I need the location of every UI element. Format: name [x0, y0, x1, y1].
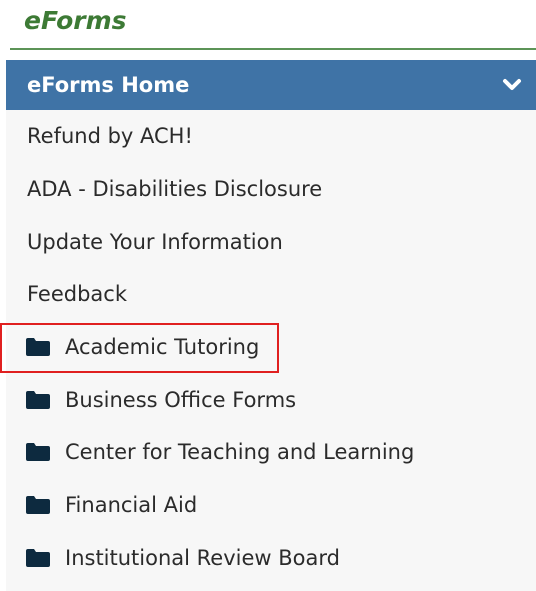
- link-label: Update Your Information: [27, 229, 283, 254]
- folder-label: Financial Aid: [65, 493, 198, 518]
- folder-center-for-teaching-and-learning[interactable]: Center for Teaching and Learning: [6, 426, 536, 479]
- folder-icon: [26, 390, 50, 409]
- link-refund-by-ach[interactable]: Refund by ACH!: [6, 110, 536, 163]
- folder-label: Center for Teaching and Learning: [65, 440, 415, 465]
- folder-icon: [26, 338, 50, 357]
- page-title: eForms: [24, 6, 127, 35]
- folder-institutional-review-board[interactable]: Institutional Review Board: [6, 532, 536, 585]
- folder-icon: [26, 443, 50, 462]
- folder-label: Academic Tutoring: [65, 335, 260, 360]
- folder-label: Institutional Review Board: [65, 545, 340, 570]
- folder-financial-aid[interactable]: Financial Aid: [6, 479, 536, 532]
- folder-business-office-forms[interactable]: Business Office Forms: [6, 373, 536, 426]
- link-label: Refund by ACH!: [27, 124, 193, 149]
- folder-label: Business Office Forms: [65, 387, 297, 412]
- chevron-down-icon: [503, 79, 521, 90]
- eforms-home-label: eForms Home: [27, 73, 190, 97]
- link-ada-disabilities-disclosure[interactable]: ADA - Disabilities Disclosure: [6, 163, 536, 216]
- link-label: Feedback: [27, 282, 128, 307]
- folder-icon: [26, 496, 50, 515]
- link-label: ADA - Disabilities Disclosure: [27, 177, 323, 202]
- folder-icon: [26, 548, 50, 567]
- link-update-your-information[interactable]: Update Your Information: [6, 215, 536, 268]
- link-feedback[interactable]: Feedback: [6, 268, 536, 321]
- eforms-home-header[interactable]: eForms Home: [6, 60, 536, 110]
- folder-academic-tutoring[interactable]: Academic Tutoring: [0, 321, 536, 374]
- eforms-nav-panel: eForms Home Refund by ACH! ADA - Disabil…: [0, 60, 536, 591]
- title-divider: [10, 48, 536, 50]
